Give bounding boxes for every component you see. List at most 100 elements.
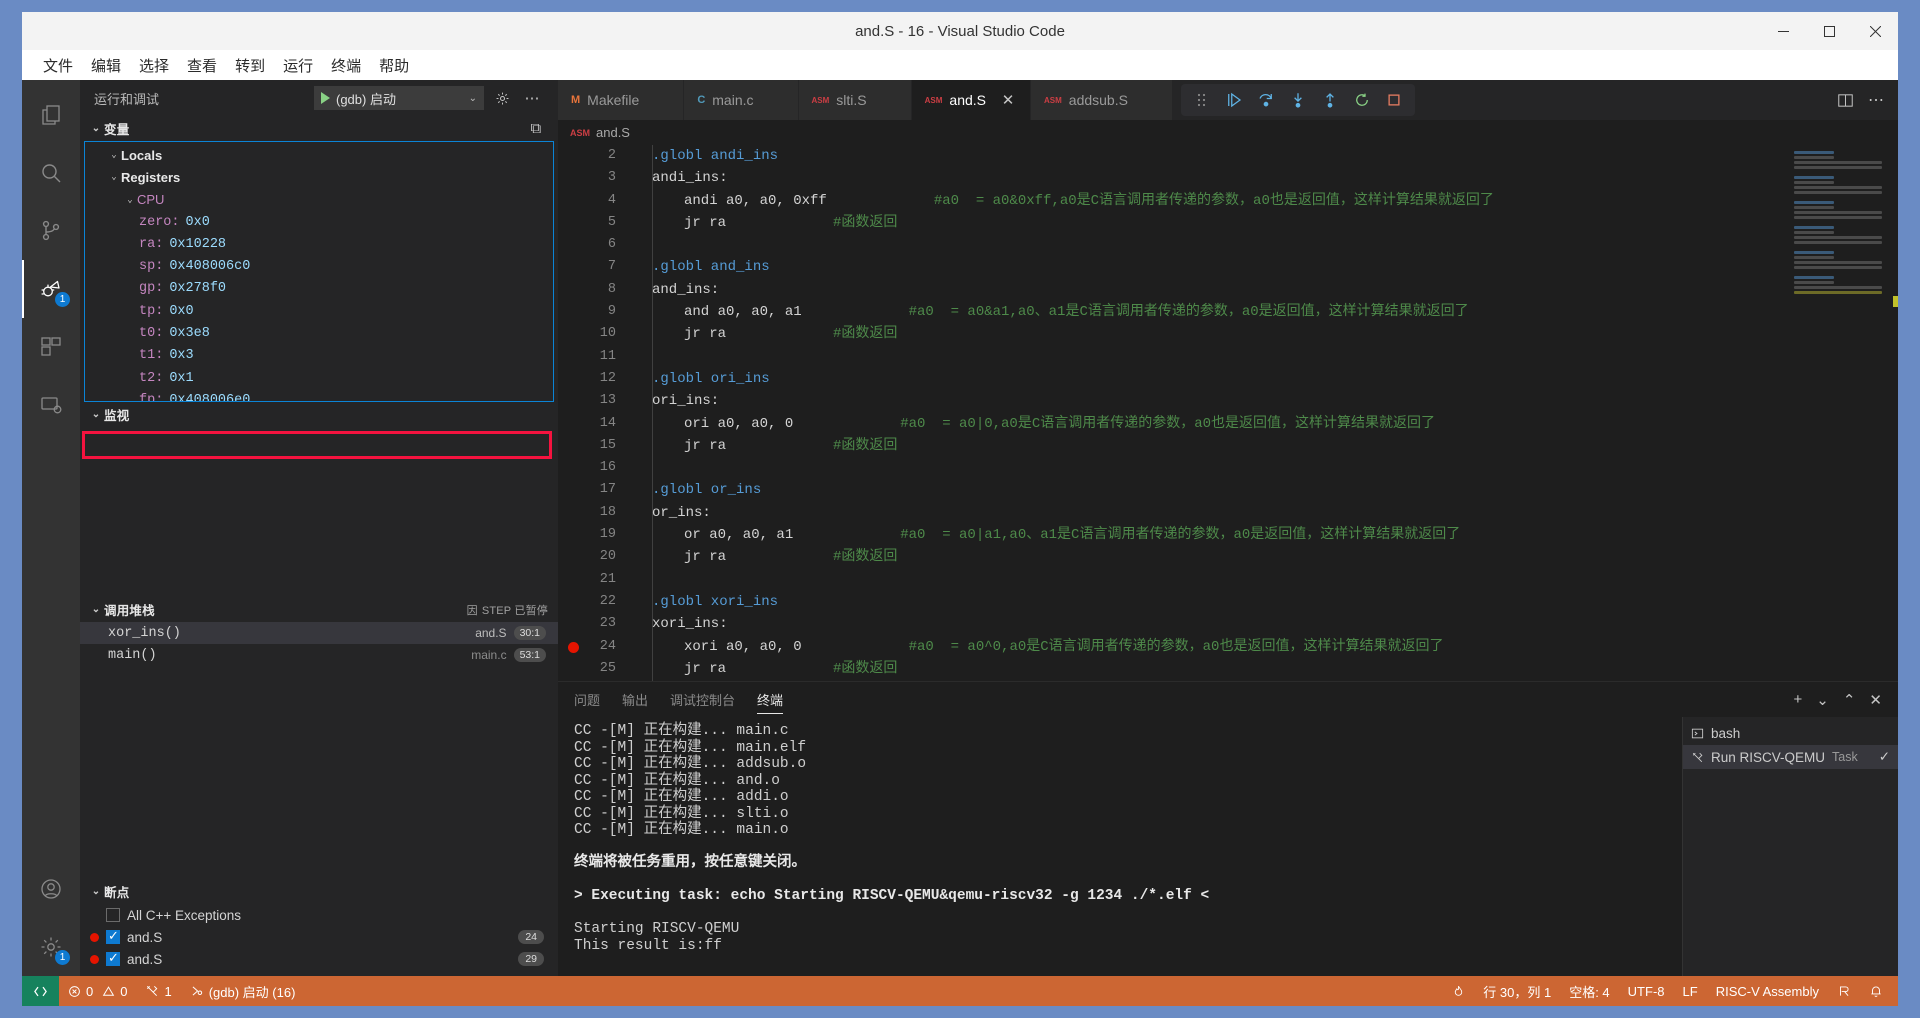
code-line-5[interactable]: 5jr ra#函数返回 bbox=[558, 212, 1790, 234]
line-number-gutter[interactable]: 22 bbox=[558, 591, 630, 613]
sidebar-more-actions-button[interactable]: ⋯ bbox=[520, 86, 544, 110]
line-number-gutter[interactable]: 7 bbox=[558, 256, 630, 278]
close-button[interactable] bbox=[1852, 12, 1898, 50]
line-number-gutter[interactable]: 4 bbox=[558, 190, 630, 212]
section-header-variables[interactable]: ⌄ 变量 ⧉ bbox=[80, 116, 558, 141]
section-header-watch[interactable]: ⌄ 监视 bbox=[80, 402, 558, 427]
line-number-gutter[interactable]: 10 bbox=[558, 323, 630, 345]
editor-tab-makefile[interactable]: MMakefile✕ bbox=[558, 80, 684, 120]
indentation-status[interactable]: 空格: 4 bbox=[1560, 976, 1618, 1006]
code-line-13[interactable]: 13ori_ins: bbox=[558, 390, 1790, 412]
register-row-t0[interactable]: t0:0x3e8 bbox=[85, 322, 553, 344]
open-launch-json-button[interactable] bbox=[490, 86, 514, 110]
maximize-panel-icon[interactable]: ⌃ bbox=[1843, 691, 1856, 709]
drag-handle-icon[interactable] bbox=[1187, 86, 1217, 114]
menu-help[interactable]: 帮助 bbox=[370, 52, 418, 79]
activitybar-item-accounts[interactable] bbox=[22, 860, 80, 918]
line-number-gutter[interactable]: 5 bbox=[558, 212, 630, 234]
code-line-16[interactable]: 16 bbox=[558, 457, 1790, 479]
open-view-icon[interactable]: ⧉ bbox=[524, 117, 548, 141]
problems-status[interactable]: 0 0 bbox=[59, 976, 136, 1006]
step-out-icon[interactable] bbox=[1315, 86, 1345, 114]
menu-run[interactable]: 运行 bbox=[274, 52, 322, 79]
editor-tab-and-s[interactable]: ASMand.S✕ bbox=[912, 80, 1031, 120]
breakpoints-list[interactable]: All C++ Exceptionsand.S24and.S29 bbox=[80, 904, 558, 976]
code-editor[interactable]: 2.globl andi_ins3andi_ins:4andi a0, a0, … bbox=[558, 145, 1898, 681]
line-number-gutter[interactable]: 18 bbox=[558, 502, 630, 524]
line-number-gutter[interactable]: 6 bbox=[558, 234, 630, 256]
activitybar-item-run-and-debug[interactable]: 1 bbox=[22, 260, 80, 318]
breadcrumb-file-label[interactable]: and.S bbox=[596, 125, 630, 140]
callstack-list[interactable]: xor_ins()and.S30:1main()main.c53:1 bbox=[80, 622, 558, 879]
line-number-gutter[interactable]: 21 bbox=[558, 569, 630, 591]
line-number-gutter[interactable]: 23 bbox=[558, 613, 630, 635]
line-number-gutter[interactable]: 26 bbox=[558, 680, 630, 681]
remote-indicator[interactable] bbox=[22, 976, 59, 1006]
variables-group-cpu[interactable]: ⌄CPU bbox=[85, 189, 553, 211]
callstack-row[interactable]: xor_ins()and.S30:1 bbox=[80, 622, 558, 644]
launch-config-dropdown[interactable]: (gdb) 启动 ⌄ bbox=[314, 86, 484, 110]
watch-list[interactable] bbox=[80, 427, 558, 597]
line-number-gutter[interactable]: 17 bbox=[558, 479, 630, 501]
code-line-21[interactable]: 21 bbox=[558, 569, 1790, 591]
line-number-gutter[interactable]: 12 bbox=[558, 368, 630, 390]
code-line-3[interactable]: 3andi_ins: bbox=[558, 167, 1790, 189]
breakpoint-checkbox[interactable] bbox=[106, 930, 120, 944]
code-line-8[interactable]: 8and_ins: bbox=[558, 279, 1790, 301]
activitybar-item-search[interactable] bbox=[22, 144, 80, 202]
split-editor-icon[interactable] bbox=[1837, 92, 1854, 109]
line-number-gutter[interactable]: 3 bbox=[558, 167, 630, 189]
code-line-7[interactable]: 7.globl and_ins bbox=[558, 256, 1790, 278]
breakpoint-row[interactable]: and.S24 bbox=[80, 926, 558, 948]
close-panel-icon[interactable]: ✕ bbox=[1869, 691, 1882, 709]
code-line-18[interactable]: 18or_ins: bbox=[558, 502, 1790, 524]
encoding-status[interactable]: UTF-8 bbox=[1619, 976, 1674, 1006]
code-line-19[interactable]: 19or a0, a0, a1#a0 = a0|a1,a0、a1是C语言调用者传… bbox=[558, 524, 1790, 546]
variables-tree[interactable]: ⌄Locals⌄Registers⌄CPUzero:0x0ra:0x10228s… bbox=[84, 141, 554, 402]
menu-terminal[interactable]: 终端 bbox=[322, 52, 370, 79]
register-row-ra[interactable]: ra:0x10228 bbox=[85, 233, 553, 255]
terminal-list-item[interactable]: bash bbox=[1683, 721, 1898, 745]
breakpoint-row[interactable]: and.S29 bbox=[80, 948, 558, 970]
code-line-14[interactable]: 14ori a0, a0, 0#a0 = a0|0,a0是C语言调用者传递的参数… bbox=[558, 413, 1790, 435]
code-line-26[interactable]: 26 bbox=[558, 680, 1790, 681]
activitybar-item-source-control[interactable] bbox=[22, 202, 80, 260]
language-mode-status[interactable]: RISC-V Assembly bbox=[1707, 976, 1828, 1006]
menu-goto[interactable]: 转到 bbox=[226, 52, 274, 79]
editor-tab-addsub-s[interactable]: ASMaddsub.S✕ bbox=[1031, 80, 1173, 120]
register-row-fp[interactable]: fp:0x408006e0 bbox=[85, 389, 553, 402]
feedback-status[interactable] bbox=[1828, 976, 1860, 1006]
panel-tab-输出[interactable]: 输出 bbox=[622, 682, 648, 717]
close-icon[interactable]: ✕ bbox=[999, 91, 1017, 109]
line-number-gutter[interactable]: 8 bbox=[558, 279, 630, 301]
activitybar-item-manage[interactable]: 1 bbox=[22, 918, 80, 976]
activitybar-item-remote-explorer[interactable] bbox=[22, 376, 80, 434]
code-line-9[interactable]: 9and a0, a0, a1#a0 = a0&a1,a0、a1是C语言调用者传… bbox=[558, 301, 1790, 323]
line-number-gutter[interactable]: 9 bbox=[558, 301, 630, 323]
code-line-22[interactable]: 22.globl xori_ins bbox=[558, 591, 1790, 613]
code-line-11[interactable]: 11 bbox=[558, 346, 1790, 368]
flame-status[interactable] bbox=[1443, 976, 1474, 1006]
debug-session-status[interactable]: (gdb) 启动 (16) bbox=[181, 976, 305, 1006]
minimize-button[interactable] bbox=[1760, 12, 1806, 50]
new-terminal-icon[interactable]: + bbox=[1794, 691, 1803, 708]
menu-file[interactable]: 文件 bbox=[34, 52, 82, 79]
cursor-position-status[interactable]: 行 30，列 1 bbox=[1474, 976, 1560, 1006]
code-line-20[interactable]: 20jr ra#函数返回 bbox=[558, 546, 1790, 568]
code-line-10[interactable]: 10jr ra#函数返回 bbox=[558, 323, 1790, 345]
code-lines[interactable]: 2.globl andi_ins3andi_ins:4andi a0, a0, … bbox=[558, 145, 1790, 681]
step-over-icon[interactable] bbox=[1251, 86, 1281, 114]
register-row-t2[interactable]: t2:0x1 bbox=[85, 367, 553, 389]
menu-view[interactable]: 查看 bbox=[178, 52, 226, 79]
line-number-gutter[interactable]: 13 bbox=[558, 390, 630, 412]
breakpoint-row[interactable]: All C++ Exceptions bbox=[80, 904, 558, 926]
section-header-callstack[interactable]: ⌄ 调用堆栈 因 STEP 已暂停 bbox=[80, 597, 558, 622]
panel-tab-调试控制台[interactable]: 调试控制台 bbox=[670, 682, 735, 717]
register-row-zero[interactable]: zero:0x0 bbox=[85, 211, 553, 233]
line-number-gutter[interactable]: 20 bbox=[558, 546, 630, 568]
register-row-gp[interactable]: gp:0x278f0 bbox=[85, 278, 553, 300]
register-row-tp[interactable]: tp:0x0 bbox=[85, 300, 553, 322]
minimap[interactable] bbox=[1790, 145, 1898, 681]
panel-tab-终端[interactable]: 终端 bbox=[757, 682, 783, 717]
step-into-icon[interactable] bbox=[1283, 86, 1313, 114]
